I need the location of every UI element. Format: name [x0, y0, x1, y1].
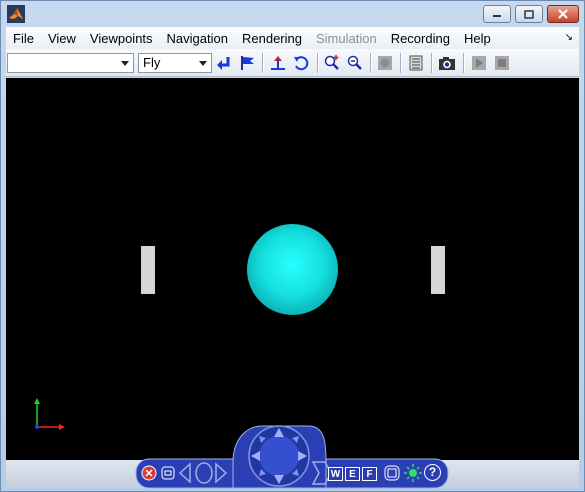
minimize-icon	[493, 15, 501, 17]
help-button[interactable]: ?	[424, 464, 441, 481]
zoom-in-icon	[324, 55, 339, 70]
viewpoint-toggle-button[interactable]	[383, 464, 401, 482]
navigation-mode-dropdown-arrow-icon[interactable]	[195, 54, 211, 72]
zoom-in-button[interactable]	[321, 52, 343, 74]
menu-file[interactable]: File	[6, 31, 41, 46]
menu-view[interactable]: View	[41, 31, 83, 46]
headlight-toggle-button[interactable]	[403, 463, 423, 483]
toolbar: Fly	[6, 49, 579, 77]
rotate-center-icon[interactable]	[195, 462, 213, 484]
vr-viewer-window: File View Viewpoints Navigation Renderin…	[0, 0, 585, 492]
straighten-up-button[interactable]	[267, 52, 289, 74]
return-arrow-icon	[217, 57, 230, 70]
play-icon	[472, 56, 486, 70]
block-parameters-button[interactable]	[405, 52, 427, 74]
create-viewpoint-button[interactable]	[236, 52, 258, 74]
menu-navigation[interactable]: Navigation	[160, 31, 235, 46]
maximize-icon	[524, 9, 534, 19]
menu-simulation: Simulation	[315, 30, 377, 46]
move-left-arrow-icon[interactable]	[251, 451, 260, 461]
close-button[interactable]	[547, 5, 579, 23]
menu-bar: File View Viewpoints Navigation Renderin…	[6, 27, 579, 49]
move-right-arrow-icon[interactable]	[298, 451, 307, 461]
toolbar-separator	[370, 53, 372, 73]
axes-orientation-icon	[34, 398, 65, 430]
minimize-button[interactable]	[483, 5, 511, 23]
toolbar-separator	[463, 53, 465, 73]
rotate-right-icon[interactable]	[215, 462, 228, 484]
cyan-sphere	[247, 224, 338, 315]
block-parameters-icon	[409, 55, 423, 71]
wireframe-toggle-button[interactable]: W	[328, 467, 343, 481]
zoom-out-icon	[347, 55, 362, 70]
headlight-icon	[409, 469, 417, 477]
close-navpanel-button[interactable]	[140, 464, 158, 482]
viewpoint-dropdown-arrow-icon[interactable]	[117, 54, 133, 72]
capture-frame-button[interactable]	[436, 52, 458, 74]
menu-recording[interactable]: Recording	[384, 31, 457, 46]
menu-help[interactable]: Help	[457, 31, 498, 46]
minimize-navpanel-button[interactable]	[160, 465, 176, 481]
straighten-icon	[271, 56, 285, 70]
move-up-arrow-icon[interactable]	[274, 428, 284, 437]
close-icon	[558, 9, 568, 19]
move-down-arrow-icon[interactable]	[274, 475, 284, 484]
menu-overflow-arrow-icon[interactable]: ↘	[565, 32, 573, 43]
undo-icon	[294, 56, 309, 71]
stop-icon	[495, 56, 509, 70]
go-to-viewpoint-button[interactable]	[213, 52, 235, 74]
scene-viewport[interactable]	[6, 78, 579, 460]
fill-toggle-button[interactable]: F	[362, 467, 377, 481]
rotate-left-icon[interactable]	[178, 462, 191, 484]
stop-simulation-button	[491, 52, 513, 74]
record-icon	[378, 56, 392, 70]
matlab-logo-icon	[7, 5, 25, 23]
navigation-mode-value: Fly	[143, 55, 161, 70]
right-post	[431, 246, 445, 294]
viewpoint-select[interactable]	[7, 53, 134, 73]
toolbar-separator	[317, 53, 319, 73]
toolbar-separator	[262, 53, 264, 73]
edge-toggle-button[interactable]: E	[345, 467, 360, 481]
left-post	[141, 246, 155, 294]
zoom-out-button[interactable]	[344, 52, 366, 74]
menu-viewpoints[interactable]: Viewpoints	[83, 31, 160, 46]
navigation-wheel[interactable]	[249, 426, 309, 488]
camera-icon	[439, 57, 455, 70]
record-button	[374, 52, 396, 74]
rotate-controls[interactable]	[178, 460, 232, 486]
start-simulation-button	[468, 52, 490, 74]
maximize-button[interactable]	[515, 5, 543, 23]
navigation-mode-select[interactable]: Fly	[138, 53, 212, 73]
toolbar-separator	[431, 53, 433, 73]
menu-rendering[interactable]: Rendering	[235, 31, 309, 46]
toolbar-separator	[400, 53, 402, 73]
title-bar	[1, 1, 584, 27]
undo-move-button[interactable]	[290, 52, 312, 74]
flag-icon	[241, 56, 254, 70]
